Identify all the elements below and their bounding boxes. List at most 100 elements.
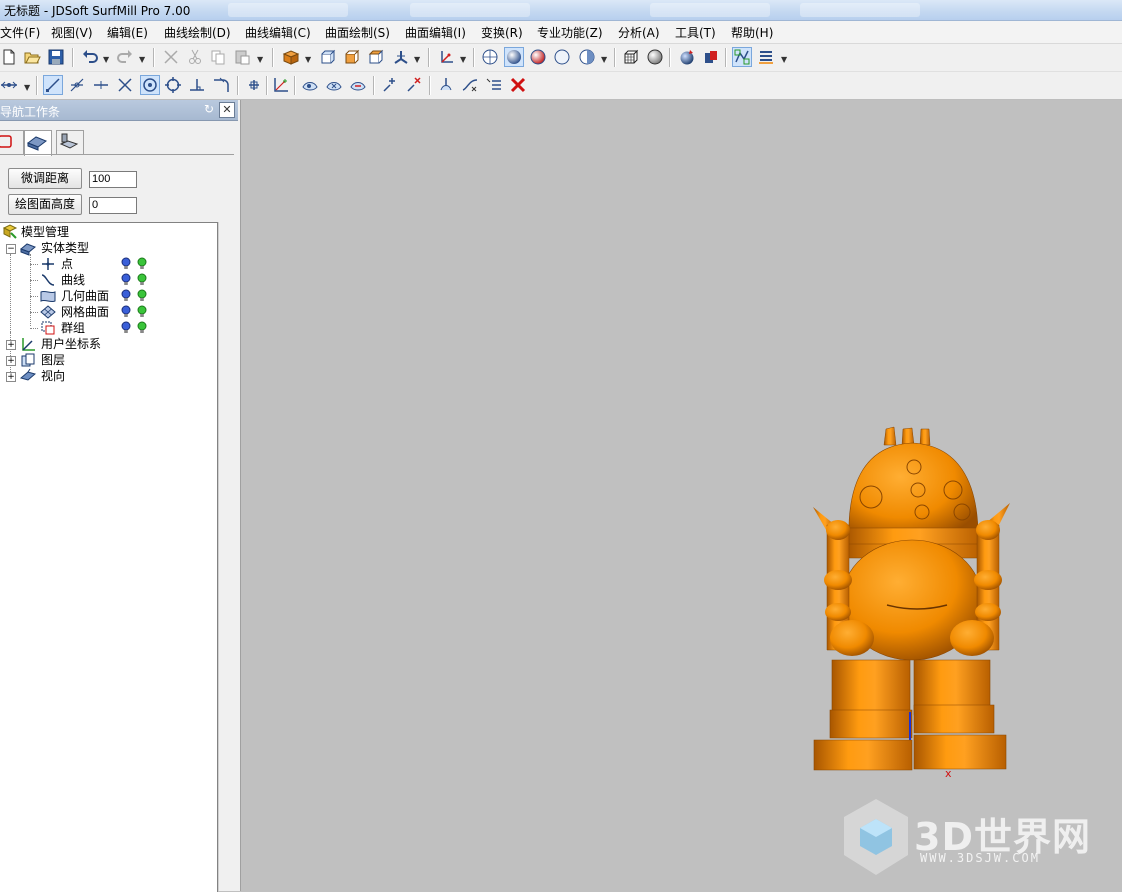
- point-snap-icon[interactable]: [0, 75, 19, 95]
- tab-curves[interactable]: [0, 130, 24, 155]
- tree-layers[interactable]: 图层: [41, 352, 65, 368]
- selectable-bulb-icon[interactable]: [137, 305, 147, 319]
- menu-special[interactable]: 专业功能(Z): [537, 24, 603, 41]
- copy-icon[interactable]: [208, 47, 228, 67]
- top-view-icon[interactable]: [366, 47, 386, 67]
- pin-icon[interactable]: ↻: [202, 102, 216, 116]
- quadrant-icon[interactable]: [163, 75, 183, 95]
- box-view-icon[interactable]: [281, 47, 301, 67]
- visibility-bulb-icon[interactable]: [121, 305, 131, 319]
- tab-toolpath[interactable]: [56, 130, 84, 155]
- tree-mesh-surface[interactable]: 网格曲面: [61, 304, 109, 320]
- expand-icon[interactable]: +: [6, 340, 16, 350]
- red-sphere-icon[interactable]: [528, 47, 548, 67]
- chevron-down-icon[interactable]: ▼: [414, 55, 420, 64]
- undo-icon[interactable]: [80, 47, 100, 67]
- open-folder-icon[interactable]: [22, 47, 42, 67]
- tangent-icon[interactable]: [67, 75, 87, 95]
- menu-tools[interactable]: 工具(T): [675, 24, 716, 41]
- menu-edit[interactable]: 编辑(E): [107, 24, 148, 41]
- cursor-plus-icon[interactable]: [380, 75, 400, 95]
- menu-analysis[interactable]: 分析(A): [618, 24, 660, 41]
- chevron-down-icon[interactable]: ▼: [257, 55, 263, 64]
- close-icon[interactable]: ✕: [219, 102, 235, 118]
- tangent-curve-icon[interactable]: [211, 75, 231, 95]
- list-edit-icon[interactable]: [484, 75, 504, 95]
- cursor-x-icon[interactable]: [404, 75, 424, 95]
- visibility-bulb-icon[interactable]: [121, 289, 131, 303]
- redo-icon[interactable]: [115, 47, 135, 67]
- pick-icon[interactable]: [436, 75, 456, 95]
- menu-curve-draw[interactable]: 曲线绘制(D): [164, 24, 231, 41]
- paste-icon[interactable]: [232, 47, 252, 67]
- shaded-sphere-icon[interactable]: [504, 47, 524, 67]
- tree-geometric-surface[interactable]: 几何曲面: [61, 288, 109, 304]
- visibility-bulb-icon[interactable]: [121, 257, 131, 271]
- material-sphere-icon[interactable]: [677, 47, 697, 67]
- scissors-icon[interactable]: [185, 47, 205, 67]
- axis-view-icon[interactable]: [391, 47, 411, 67]
- axis-snap-icon[interactable]: [271, 75, 291, 95]
- tree-view-direction[interactable]: 视向: [41, 368, 65, 384]
- fine-tune-distance-input[interactable]: 100: [89, 171, 137, 188]
- surface-snap-3-icon[interactable]: [348, 75, 368, 95]
- tree-root-label[interactable]: 模型管理: [21, 224, 69, 240]
- surface-snap-2-icon[interactable]: [324, 75, 344, 95]
- delete-x-icon[interactable]: [508, 75, 528, 95]
- chevron-down-icon[interactable]: ▼: [103, 55, 109, 64]
- color-icon[interactable]: [701, 47, 721, 67]
- layers-list-icon[interactable]: [756, 47, 776, 67]
- chevron-down-icon[interactable]: ▼: [460, 55, 466, 64]
- selectable-bulb-icon[interactable]: [137, 273, 147, 287]
- intersect-icon[interactable]: [115, 75, 135, 95]
- gray-sphere-icon[interactable]: [645, 47, 665, 67]
- collapse-icon[interactable]: −: [6, 244, 16, 254]
- iso-view-icon[interactable]: [318, 47, 338, 67]
- center-icon[interactable]: [140, 75, 160, 95]
- curve-edit-icon[interactable]: [460, 75, 480, 95]
- expand-icon[interactable]: +: [6, 356, 16, 366]
- draw-plane-height-input[interactable]: 0: [89, 197, 137, 214]
- front-view-icon[interactable]: [342, 47, 362, 67]
- menu-file[interactable]: 文件(F): [0, 24, 40, 41]
- perpendicular-icon[interactable]: [187, 75, 207, 95]
- menu-transform[interactable]: 变换(R): [481, 24, 523, 41]
- mesh-cube-icon[interactable]: [621, 47, 641, 67]
- new-file-icon[interactable]: [0, 47, 19, 67]
- selectable-bulb-icon[interactable]: [137, 257, 147, 271]
- grid-icon[interactable]: [244, 75, 264, 95]
- visibility-bulb-icon[interactable]: [121, 321, 131, 335]
- wireframe-sphere-icon[interactable]: [480, 47, 500, 67]
- menu-curve-edit[interactable]: 曲线编辑(C): [245, 24, 311, 41]
- tree-curve[interactable]: 曲线: [61, 272, 85, 288]
- chevron-down-icon[interactable]: ▼: [305, 55, 311, 64]
- tree-point[interactable]: 点: [61, 256, 73, 272]
- fine-tune-distance-button[interactable]: 微调距离: [8, 168, 82, 189]
- tree-group[interactable]: 群组: [61, 320, 85, 336]
- outline-sphere-icon[interactable]: [552, 47, 572, 67]
- chevron-down-icon[interactable]: ▼: [781, 55, 787, 64]
- chevron-down-icon[interactable]: ▼: [24, 83, 30, 92]
- menu-help[interactable]: 帮助(H): [731, 24, 773, 41]
- visibility-bulb-icon[interactable]: [121, 273, 131, 287]
- chevron-down-icon[interactable]: ▼: [139, 55, 145, 64]
- selectable-bulb-icon[interactable]: [137, 289, 147, 303]
- cut-icon[interactable]: [161, 47, 181, 67]
- selectable-bulb-icon[interactable]: [137, 321, 147, 335]
- save-icon[interactable]: [46, 47, 66, 67]
- select-filter-icon[interactable]: [732, 47, 752, 67]
- menu-surface-edit[interactable]: 曲面编辑(I): [405, 24, 466, 41]
- menu-surface-draw[interactable]: 曲面绘制(S): [325, 24, 390, 41]
- surface-snap-1-icon[interactable]: [300, 75, 320, 95]
- tree-entity-types[interactable]: 实体类型: [41, 240, 89, 256]
- 3d-viewport[interactable]: x: [242, 100, 1122, 891]
- draw-plane-height-button[interactable]: 绘图面高度: [8, 194, 82, 215]
- render-mode-icon[interactable]: [577, 47, 597, 67]
- tab-surfaces[interactable]: [24, 130, 52, 156]
- tree-user-coords[interactable]: 用户坐标系: [41, 336, 101, 352]
- chevron-down-icon[interactable]: ▼: [601, 55, 607, 64]
- line-icon[interactable]: [43, 75, 63, 95]
- coordinate-icon[interactable]: [437, 47, 457, 67]
- menu-view[interactable]: 视图(V): [51, 24, 93, 41]
- robot-model[interactable]: [242, 100, 1122, 891]
